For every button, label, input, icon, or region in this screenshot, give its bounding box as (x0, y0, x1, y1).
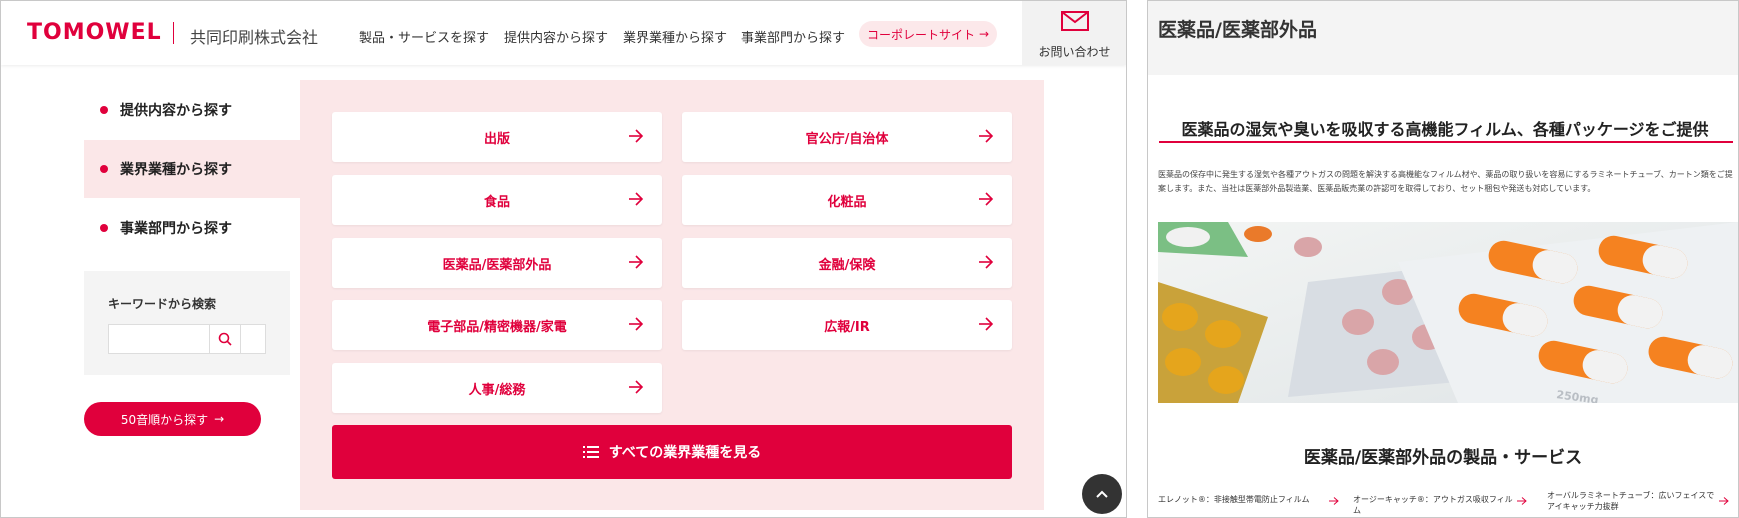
industry-button-cosmetics[interactable]: 化粧品 (682, 175, 1012, 225)
arrow-right-icon (979, 192, 994, 206)
keyword-search-label: キーワードから検索 (108, 297, 217, 311)
list-icon (582, 446, 599, 458)
sidebar-item-offering[interactable]: 提供内容から探す (84, 81, 300, 139)
bullet-icon (100, 165, 108, 173)
industry-button-pr-ir[interactable]: 広報/IR (682, 300, 1012, 350)
product-link-elenot[interactable]: エレノット®：非接触型帯電防止フィルム (1158, 494, 1328, 505)
tomowel-logo[interactable]: TOMOWEL (27, 20, 162, 45)
industry-button-publishing[interactable]: 出版 (332, 112, 662, 162)
arrow-right-icon (1329, 497, 1339, 505)
bullet-icon (100, 224, 108, 232)
gojuon-search-label: 50音順から探す (120, 412, 209, 427)
industry-label: 金融/保険 (818, 257, 876, 273)
bullet-icon (100, 106, 108, 114)
arrow-right-icon (629, 317, 644, 331)
sidebar-item-label: 提供内容から探す (120, 103, 232, 119)
arrow-right-icon (629, 380, 644, 394)
industry-label: 食品 (483, 194, 510, 210)
view-all-label: すべての業界業種を見る (608, 445, 762, 461)
arrow-right-icon (629, 192, 644, 206)
site-header: TOMOWEL 共同印刷株式会社 製品・サービスを探す 提供内容から探す 業界業… (1, 1, 1126, 65)
view-all-industries-button[interactable]: すべての業界業種を見る (332, 425, 1012, 479)
medicine-blister-pack-image: 250mg (1158, 222, 1738, 403)
arrow-right-icon (979, 317, 994, 331)
industry-label: 広報/IR (824, 319, 870, 335)
arrow-right-icon (629, 255, 644, 269)
arrow-right-icon (979, 129, 994, 143)
arrow-right-icon: → (214, 412, 225, 426)
left-browser-window: TOMOWEL 共同印刷株式会社 製品・サービスを探す 提供内容から探す 業界業… (0, 0, 1127, 518)
contact-label: お問い合わせ (1038, 45, 1111, 59)
nav-by-division[interactable]: 事業部門から探す (741, 27, 845, 46)
intro-paragraph: 医薬品の保存中に発生する湿気や各種アウトガスの問題を解決する高機能なフィルム材や… (1158, 170, 1733, 193)
sidebar-item-label: 事業部門から探す (120, 221, 232, 237)
arrow-right-icon (1517, 497, 1527, 505)
product-link-og-catch[interactable]: オージーキャッチ®：アウトガス吸収フィルム (1353, 494, 1515, 516)
nav-by-industry[interactable]: 業界業種から探す (623, 27, 727, 46)
gojuon-search-button[interactable]: 50音順から探す → (84, 402, 261, 436)
keyword-search-box: キーワードから検索 (84, 271, 290, 375)
page-title: 医薬品/医薬部外品 (1158, 19, 1317, 41)
corporate-site-label: コーポレートサイト (866, 27, 975, 42)
arrow-right-icon (629, 129, 644, 143)
sidebar-item-division[interactable]: 事業部門から探す (84, 199, 300, 257)
nav-by-offering[interactable]: 提供内容から探す (504, 27, 608, 46)
industry-button-pharmaceuticals[interactable]: 医薬品/医薬部外品 (332, 238, 662, 288)
search-button[interactable] (209, 324, 241, 354)
lead-heading: 医薬品の湿気や臭いを吸収する高機能フィルム、各種パッケージをご提供 (1181, 120, 1709, 139)
contact-button[interactable]: お問い合わせ (1022, 1, 1126, 65)
nav-products-services[interactable]: 製品・サービスを探す (359, 27, 489, 46)
industry-label: 官公庁/自治体 (805, 131, 889, 147)
search-icon (218, 332, 232, 346)
right-browser-window: 医薬品/医薬部外品 医薬品の湿気や臭いを吸収する高機能フィルム、各種パッケージを… (1147, 0, 1739, 518)
industry-button-hr[interactable]: 人事/総務 (332, 363, 662, 413)
industry-label: 化粧品 (827, 194, 867, 210)
industry-button-electronics[interactable]: 電子部品/精密機器/家電 (332, 300, 662, 350)
product-link-oval-tube[interactable]: オーバルラミネートチューブ：広いフェイスでアイキャッチ力抜群 (1547, 490, 1715, 512)
corporate-site-button[interactable]: コーポレートサイト → (859, 21, 997, 47)
keyword-search-input[interactable] (108, 324, 266, 354)
industry-label: 医薬品/医薬部外品 (442, 257, 552, 273)
industry-button-finance[interactable]: 金融/保険 (682, 238, 1012, 288)
industry-label: 人事/総務 (468, 382, 526, 398)
scroll-to-top-button[interactable] (1082, 474, 1122, 514)
company-name: 共同印刷株式会社 (190, 28, 319, 47)
mail-icon (1061, 11, 1089, 31)
chevron-up-icon (1096, 490, 1108, 498)
industry-button-government[interactable]: 官公庁/自治体 (682, 112, 1012, 162)
arrow-right-icon (979, 255, 994, 269)
lead-underline (1159, 141, 1733, 143)
sidebar-item-industry[interactable]: 業界業種から探す (84, 140, 300, 198)
industry-button-food[interactable]: 食品 (332, 175, 662, 225)
arrow-right-icon (1719, 497, 1729, 505)
industry-label: 出版 (483, 131, 510, 147)
arrow-right-icon: → (978, 27, 990, 41)
industry-label: 電子部品/精密機器/家電 (427, 319, 567, 335)
sidebar-item-label: 業界業種から探す (120, 162, 232, 178)
page-header-band: 医薬品/医薬部外品 (1148, 1, 1738, 75)
pill-illustration: 250mg (1158, 222, 1738, 403)
products-section-title: 医薬品/医薬部外品の製品・サービス (1303, 448, 1583, 468)
logo-separator (173, 22, 174, 44)
